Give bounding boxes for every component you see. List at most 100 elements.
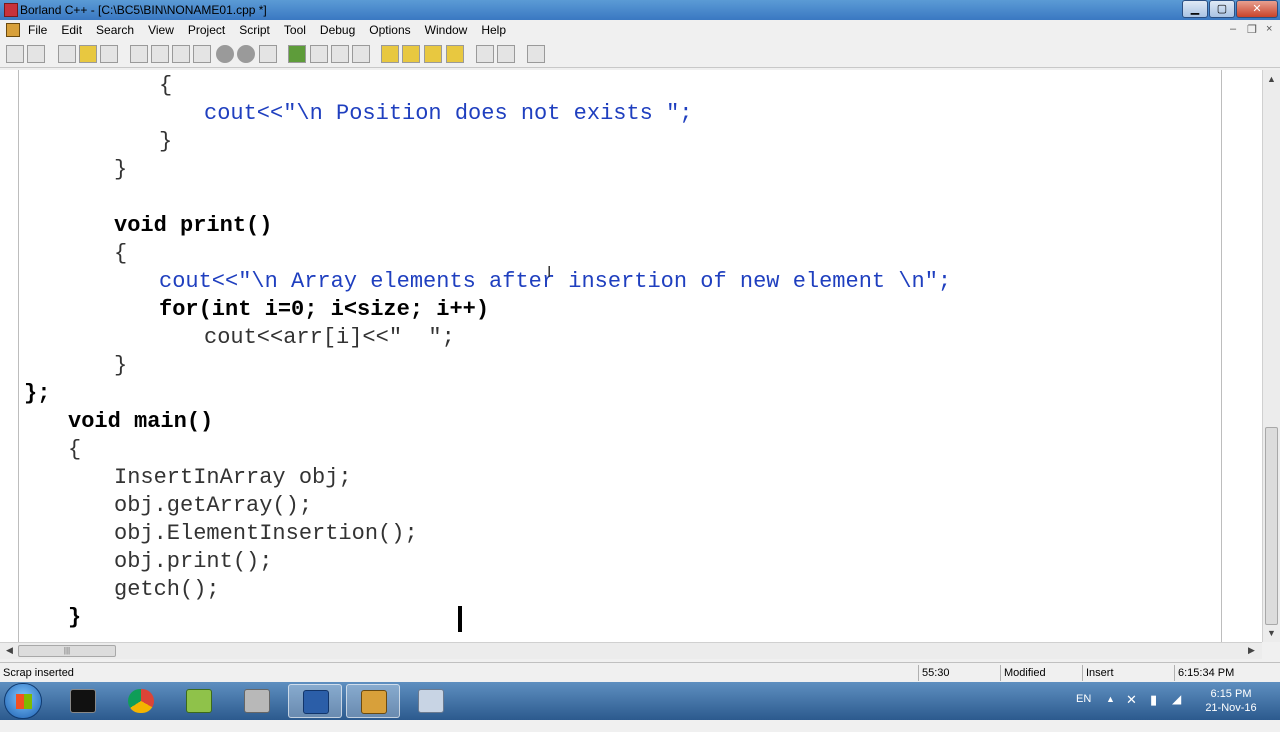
compile-icon[interactable] — [151, 45, 169, 63]
menu-view[interactable]: View — [148, 23, 174, 37]
maximize-button[interactable]: ▢ — [1209, 0, 1235, 18]
network-signal-icon[interactable]: ◢ — [1172, 692, 1181, 730]
menu-file[interactable]: File — [28, 23, 47, 37]
code-editor[interactable]: { cout<<"\n Position does not exists "; … — [18, 70, 1222, 642]
horizontal-scrollbar[interactable]: ◀ ||| ▶ — [0, 642, 1262, 659]
tile-icon[interactable] — [476, 45, 494, 63]
code-line: cout<<"\n Position does not exists "; — [204, 101, 693, 126]
scroll-down-icon[interactable]: ▼ — [1267, 628, 1276, 638]
menu-options[interactable]: Options — [369, 23, 410, 37]
document-icon[interactable] — [6, 23, 20, 37]
show-hidden-icons-icon[interactable]: ▲ — [1106, 694, 1115, 732]
code-line: } — [114, 157, 128, 182]
mdi-restore-button[interactable]: ❐ — [1247, 23, 1257, 36]
status-divider — [1000, 665, 1001, 681]
help-pointer-icon[interactable] — [527, 45, 545, 63]
find-icon[interactable] — [381, 45, 399, 63]
toolbar — [0, 40, 1280, 68]
mdi-close-button[interactable]: × — [1266, 23, 1272, 35]
print-icon[interactable] — [100, 45, 118, 63]
borland-icon — [361, 690, 387, 714]
menu-edit[interactable]: Edit — [61, 23, 82, 37]
status-bar: Scrap inserted 55:30 Modified Insert 6:1… — [0, 662, 1280, 682]
horizontal-scroll-thumb[interactable]: ||| — [18, 645, 116, 657]
code-line: obj.ElementInsertion(); — [114, 521, 418, 546]
mdi-minimize-button[interactable]: – — [1230, 23, 1236, 35]
vertical-scrollbar[interactable]: ▲ ▼ — [1262, 70, 1280, 642]
vertical-scroll-thumb[interactable] — [1265, 427, 1278, 625]
copy-icon[interactable] — [331, 45, 349, 63]
code-line: { — [68, 437, 82, 462]
lightning-icon[interactable] — [130, 45, 148, 63]
taskbar-command-prompt[interactable] — [56, 684, 110, 718]
make-icon[interactable] — [172, 45, 190, 63]
code-line: obj.getArray(); — [114, 493, 313, 518]
menu-window[interactable]: Window — [425, 23, 468, 37]
status-divider — [918, 665, 919, 681]
cut-icon[interactable] — [310, 45, 328, 63]
taskbar-word[interactable] — [288, 684, 342, 718]
build-icon[interactable] — [193, 45, 211, 63]
battery-icon[interactable]: ▮ — [1150, 692, 1157, 730]
menu-tool[interactable]: Tool — [284, 23, 306, 37]
printer-icon — [244, 689, 270, 713]
taskbar-notepad[interactable] — [172, 684, 226, 718]
taskbar-printer[interactable] — [230, 684, 284, 718]
status-divider — [1174, 665, 1175, 681]
volume-muted-icon[interactable]: ✕ — [1126, 692, 1137, 730]
menu-search[interactable]: Search — [96, 23, 134, 37]
taskbar-chrome[interactable] — [114, 684, 168, 718]
menu-debug[interactable]: Debug — [320, 23, 355, 37]
menu-project[interactable]: Project — [188, 23, 225, 37]
editor-left-margin — [0, 70, 18, 642]
word-icon — [303, 690, 329, 714]
title-bar: Borland C++ - [C:\BC5\BIN\NONAME01.cpp *… — [0, 0, 1280, 20]
status-divider — [1082, 665, 1083, 681]
code-line: getch(); — [114, 577, 220, 602]
save-icon[interactable] — [58, 45, 76, 63]
text-caret — [458, 606, 462, 632]
paste-icon[interactable] — [352, 45, 370, 63]
taskbar-calculator[interactable] — [404, 684, 458, 718]
notepad-icon — [186, 689, 212, 713]
start-button[interactable] — [4, 683, 42, 719]
open-file-icon[interactable] — [27, 45, 45, 63]
code-line: for(int i=0; i<size; i++) — [159, 297, 490, 322]
command-prompt-icon — [70, 689, 96, 713]
code-line: obj.print(); — [114, 549, 273, 574]
scroll-left-icon[interactable]: ◀ — [6, 645, 13, 656]
code-line: }; — [24, 381, 51, 406]
browse-icon[interactable] — [446, 45, 464, 63]
scroll-up-icon[interactable]: ▲ — [1267, 74, 1276, 84]
stop-icon[interactable] — [216, 45, 234, 63]
scroll-right-icon[interactable]: ▶ — [1248, 645, 1255, 656]
close-button[interactable]: ✕ — [1236, 0, 1278, 18]
clock-date: 21-Nov-16 — [1205, 702, 1257, 714]
code-line: void print() — [114, 213, 273, 238]
language-indicator[interactable]: EN — [1076, 693, 1091, 731]
ibeam-pointer-icon: I — [547, 264, 552, 281]
status-message: Scrap inserted — [3, 667, 74, 679]
undo-icon[interactable] — [288, 45, 306, 63]
menu-help[interactable]: Help — [481, 23, 506, 37]
system-clock[interactable]: 6:15 PM 21-Nov-16 — [1196, 687, 1266, 715]
run-icon[interactable] — [259, 45, 277, 63]
borland-app-icon[interactable] — [4, 3, 18, 17]
insert-mode-indicator: Insert — [1086, 667, 1114, 679]
menu-script[interactable]: Script — [239, 23, 270, 37]
menu-bar: File Edit Search View Project Script Too… — [0, 20, 1280, 40]
search-again-icon[interactable] — [424, 45, 442, 63]
taskbar: EN ▲ ✕ ▮ ◢ 6:15 PM 21-Nov-16 — [0, 682, 1280, 720]
new-file-icon[interactable] — [6, 45, 24, 63]
code-line: } — [114, 353, 128, 378]
replace-icon[interactable] — [402, 45, 420, 63]
cursor-position: 55:30 — [922, 667, 950, 679]
pause-icon[interactable] — [237, 45, 255, 63]
editor-right-margin — [1222, 70, 1262, 642]
save-all-icon[interactable] — [79, 45, 97, 63]
modified-indicator: Modified — [1004, 667, 1046, 679]
taskbar-borland[interactable] — [346, 684, 400, 718]
code-line: void main() — [68, 409, 214, 434]
minimize-button[interactable]: ▁ — [1182, 0, 1208, 18]
cascade-icon[interactable] — [497, 45, 515, 63]
